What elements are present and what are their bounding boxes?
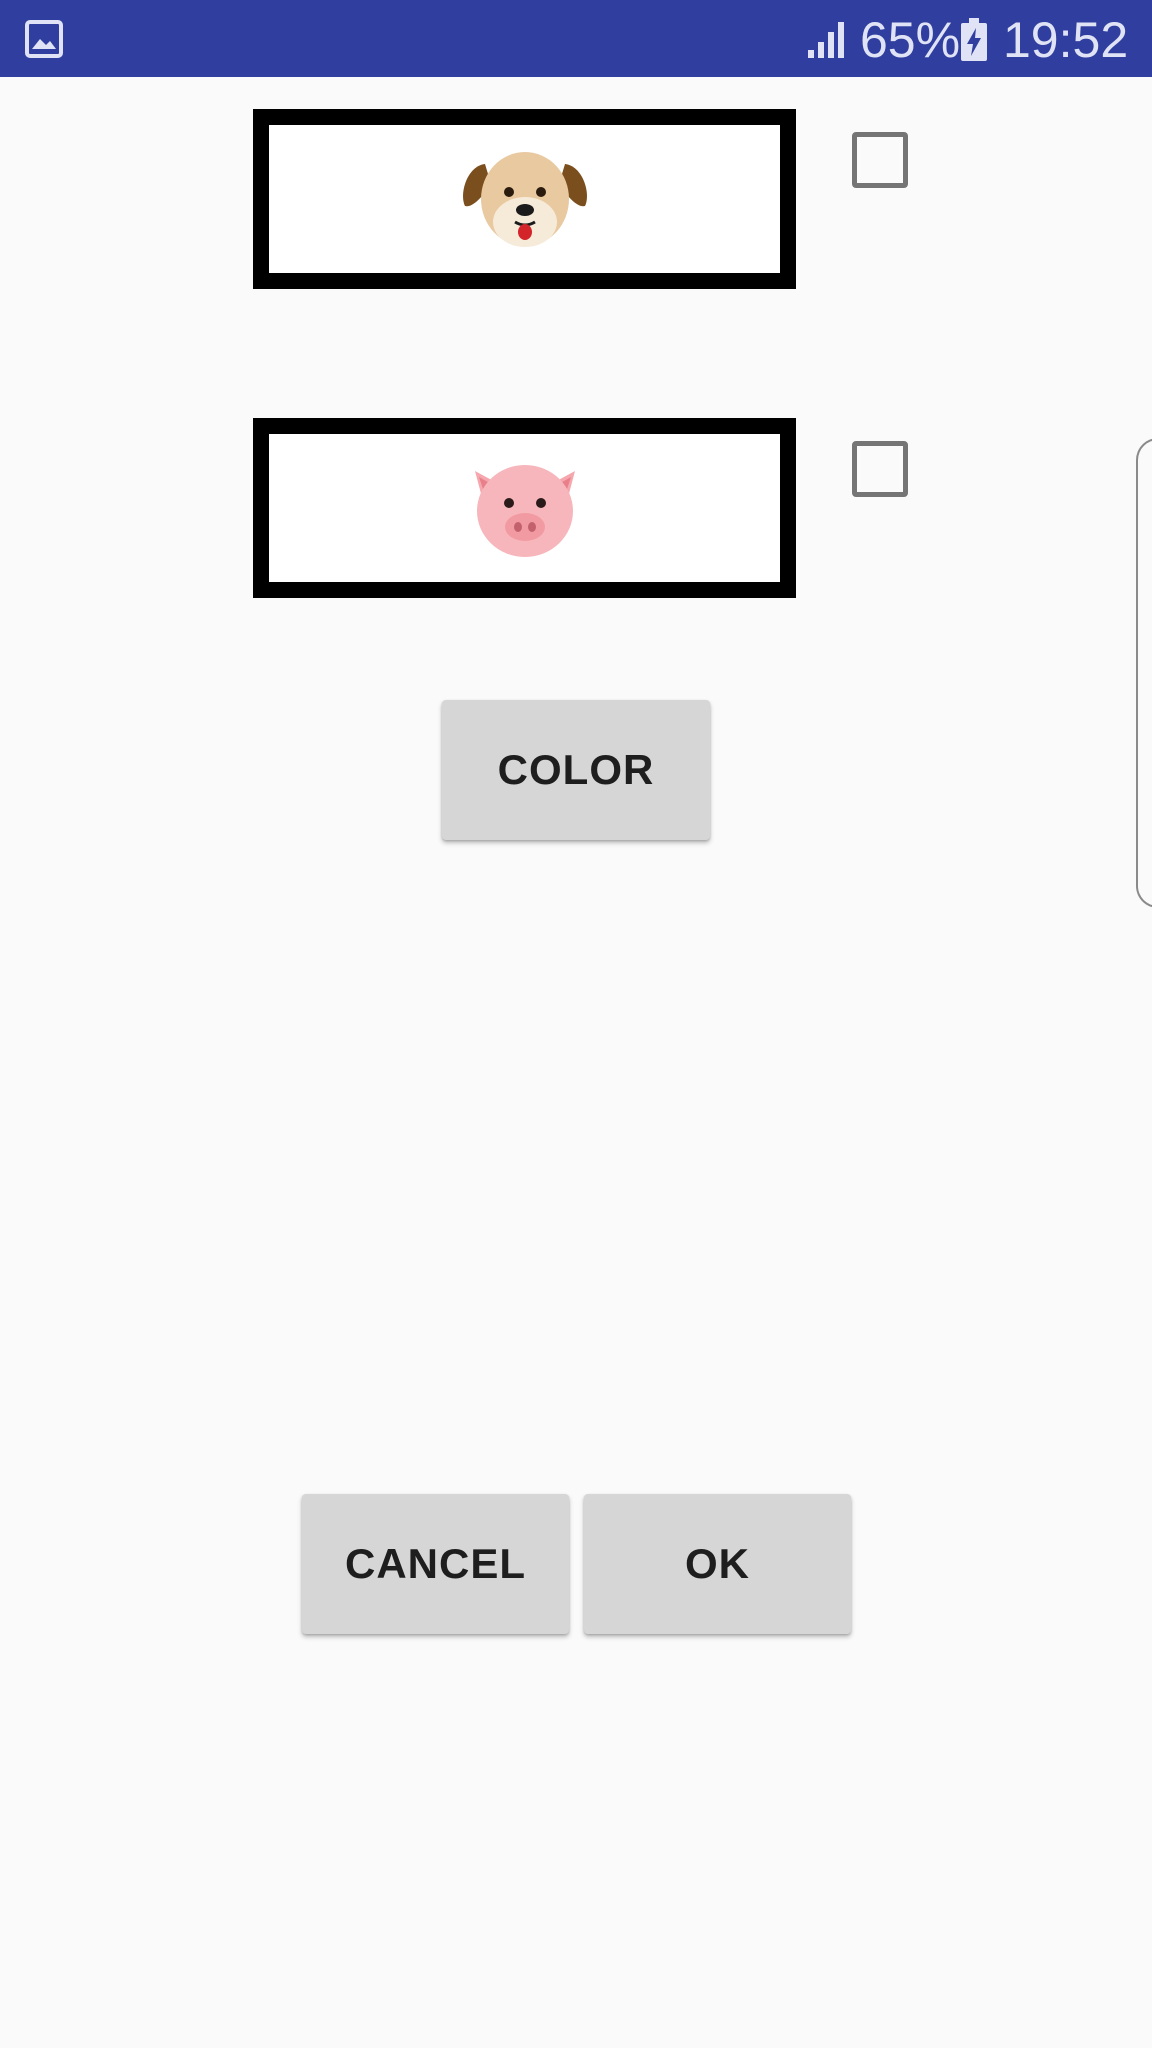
pig-image-box[interactable] xyxy=(253,418,796,598)
color-button[interactable]: COLOR xyxy=(442,700,710,840)
ok-button[interactable]: OK xyxy=(584,1494,851,1634)
edge-panel-handle[interactable] xyxy=(1136,438,1152,908)
cancel-button[interactable]: CANCEL xyxy=(302,1494,569,1634)
signal-icon xyxy=(808,22,844,58)
pig-checkbox[interactable] xyxy=(852,441,908,497)
dog-face-icon xyxy=(462,152,587,247)
clock: 19:52 xyxy=(1003,12,1129,68)
battery-charging-icon xyxy=(961,18,987,61)
dog-checkbox[interactable] xyxy=(852,132,908,188)
dog-image-box[interactable] xyxy=(253,109,796,289)
pig-face-icon xyxy=(474,465,575,557)
battery-percentage: 65% xyxy=(860,12,961,68)
gallery-icon xyxy=(25,20,63,58)
status-bar: 65% 19:52 xyxy=(0,0,1152,77)
